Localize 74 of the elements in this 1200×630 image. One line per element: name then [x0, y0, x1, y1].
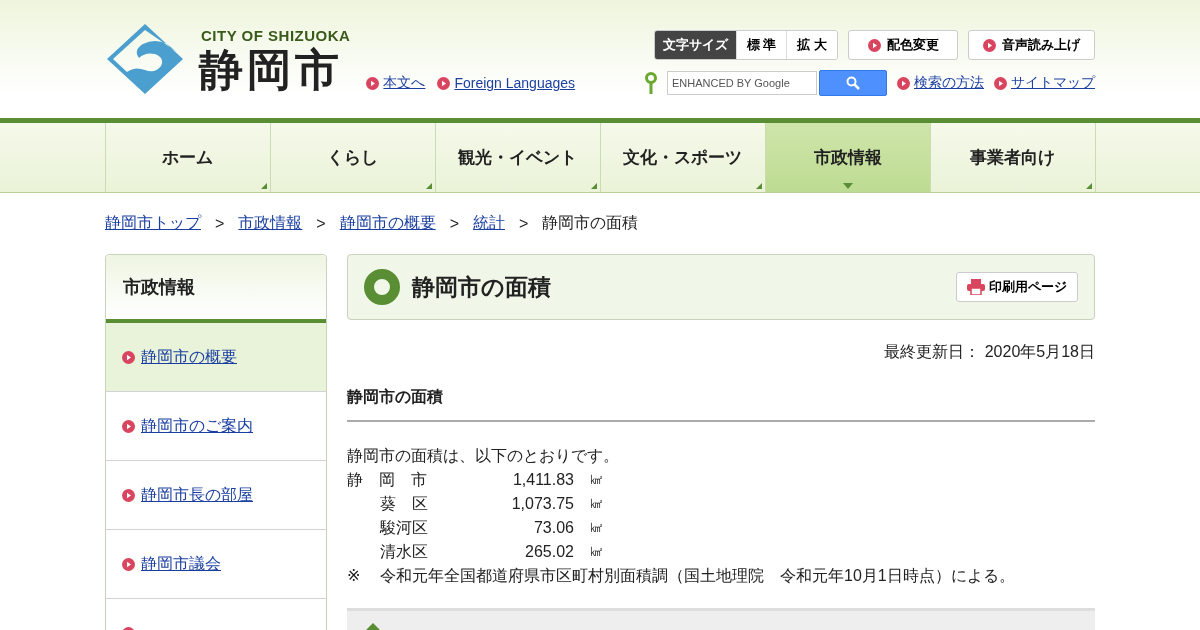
tool-button[interactable]: 音声読み上げ — [968, 30, 1095, 60]
area-unit: ㎢ — [589, 543, 604, 561]
font-size-button[interactable]: 拡 大 — [786, 31, 837, 59]
nav-tab[interactable]: ホーム — [105, 123, 271, 192]
bullet-icon — [983, 38, 996, 52]
bullet-icon — [366, 76, 380, 90]
breadcrumb-separator: > — [519, 214, 529, 233]
nav-tab[interactable]: 観光・イベント — [435, 123, 601, 192]
search-icon — [846, 76, 860, 90]
corner-triangle-icon — [590, 183, 597, 189]
bullet-icon — [994, 76, 1007, 90]
area-value: 1,411.83 — [511, 470, 574, 490]
breadcrumb-separator: > — [316, 214, 326, 233]
area-name: 清水区 — [380, 542, 429, 562]
corner-triangle-icon — [755, 183, 762, 189]
area-unit: ㎢ — [589, 471, 604, 489]
breadcrumb-separator: > — [215, 214, 225, 233]
breadcrumb-link[interactable]: 統計 — [473, 213, 506, 234]
printer-icon — [967, 279, 985, 295]
font-size-button[interactable]: 標 準 — [735, 31, 787, 59]
sidebar-item[interactable]: 静岡市の概要 — [106, 323, 326, 392]
corner-triangle-icon — [425, 183, 432, 189]
search-help-link[interactable]: サイトマップ — [1011, 74, 1095, 92]
search-field[interactable]: ENHANCED BY Google — [667, 71, 817, 95]
nav-tab[interactable]: 文化・スポーツ — [600, 123, 766, 192]
section-heading: 静岡市の面積 — [347, 387, 1095, 422]
sidebar-link[interactable]: 静岡市長の部屋 — [141, 484, 253, 506]
print-button[interactable]: 印刷用ページ — [956, 272, 1078, 302]
area-value: 1,073.75 — [510, 494, 574, 514]
header-link[interactable]: 本文へ — [383, 74, 426, 92]
breadcrumb-link[interactable]: 静岡市トップ — [105, 213, 201, 234]
logo-icon — [105, 22, 185, 96]
city-name: 静岡市 — [199, 44, 344, 96]
breadcrumb-separator: > — [449, 214, 460, 233]
sidebar-link[interactable]: 静岡市のご案内 — [141, 415, 253, 437]
city-name-english: CITY OF SHIZUOKA — [200, 27, 351, 44]
area-value: 73.06 — [532, 518, 574, 538]
sidebar-link[interactable]: 静岡市の概要 — [141, 346, 237, 368]
area-value: 265.02 — [524, 542, 574, 562]
area-name: 駿河区 — [380, 518, 429, 538]
sidebar-title: 市政情報 — [106, 255, 326, 323]
area-unit: ㎢ — [589, 495, 604, 513]
breadcrumb-link[interactable]: 静岡市の概要 — [339, 213, 436, 234]
bullet-icon — [122, 419, 135, 433]
last-updated: 最終更新日： 2020年5月18日 — [883, 342, 1095, 362]
bullet-icon — [122, 488, 135, 502]
nav-tab[interactable]: くらし — [270, 123, 436, 192]
corner-triangle-icon — [260, 183, 267, 189]
search-button[interactable] — [819, 70, 887, 96]
search-help-link[interactable]: 検索の方法 — [914, 74, 984, 92]
bullet-icon — [437, 76, 451, 90]
bullet-icon — [122, 350, 135, 364]
bullet-icon — [897, 76, 910, 90]
header-link[interactable]: Foreign Languages — [454, 75, 576, 91]
nav-tab[interactable]: 事業者向け — [930, 123, 1096, 192]
tool-button[interactable]: 配色変更 — [848, 30, 958, 60]
search-pin-icon — [645, 72, 657, 94]
breadcrumb-current: 静岡市の面積 — [542, 213, 639, 233]
area-name: 葵 区 — [380, 494, 429, 514]
nav-tab[interactable]: 市政情報 — [765, 123, 931, 192]
corner-triangle-icon — [1085, 183, 1092, 189]
ring-icon — [364, 269, 400, 305]
bullet-icon — [867, 38, 881, 52]
intro-text: 静岡市の面積は、以下のとおりです。 — [347, 446, 620, 466]
note-mark: ※ — [347, 566, 362, 586]
note-text: 令和元年全国都道府県市区町村別面積調（国土地理院 令和元年10月1日時点）による。 — [380, 566, 1016, 586]
area-unit: ㎢ — [589, 519, 604, 537]
breadcrumb-link[interactable]: 市政情報 — [238, 213, 303, 234]
sidebar-link[interactable]: 静岡市議会 — [141, 553, 221, 575]
area-name: 静 岡 市 — [347, 470, 428, 490]
font-size-label: 文字サイズ — [654, 31, 736, 59]
page-title: 静岡市の面積 — [412, 272, 551, 302]
caret-icon — [842, 183, 853, 189]
bullet-icon — [122, 557, 135, 571]
